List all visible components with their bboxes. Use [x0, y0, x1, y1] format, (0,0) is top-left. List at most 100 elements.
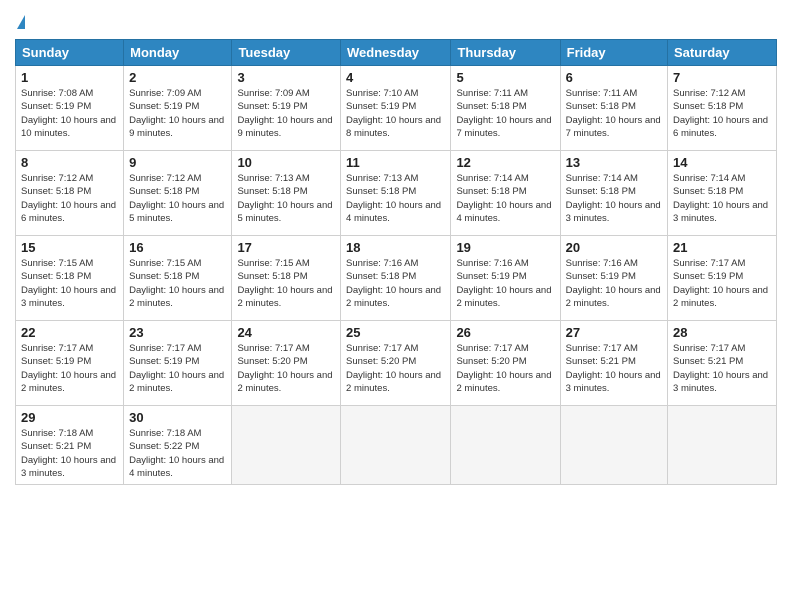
day-info: Sunrise: 7:17 AMSunset: 5:19 PMDaylight:… — [21, 342, 118, 395]
calendar-cell: 13 Sunrise: 7:14 AMSunset: 5:18 PMDayligh… — [560, 151, 667, 236]
calendar-cell: 7Sunrise: 7:12 AMSunset: 5:18 PMDaylight… — [668, 66, 777, 151]
header-thursday: Thursday — [451, 40, 560, 66]
day-info: Sunrise: 7:17 AMSunset: 5:19 PMDaylight:… — [129, 342, 226, 395]
day-info: Sunrise: 7:17 AMSunset: 5:19 PMDaylight:… — [673, 257, 771, 310]
day-number: 6 — [566, 70, 662, 85]
calendar-week-row: 8 Sunrise: 7:12 AMSunset: 5:18 PMDaylight… — [16, 151, 777, 236]
logo — [15, 10, 25, 31]
day-number: 22 — [21, 325, 118, 340]
day-info: Sunrise: 7:15 AMSunset: 5:18 PMDaylight:… — [21, 257, 118, 310]
day-info: Sunrise: 7:17 AMSunset: 5:21 PMDaylight:… — [673, 342, 771, 395]
day-number: 9 — [129, 155, 226, 170]
day-info: Sunrise: 7:15 AMSunset: 5:18 PMDaylight:… — [237, 257, 335, 310]
calendar-cell: 30 Sunrise: 7:18 AMSunset: 5:22 PMDayligh… — [124, 406, 232, 485]
day-info: Sunrise: 7:18 AMSunset: 5:22 PMDaylight:… — [129, 427, 226, 480]
day-info: Sunrise: 7:10 AMSunset: 5:19 PMDaylight:… — [346, 87, 445, 140]
calendar-week-row: 29Sunrise: 7:18 AMSunset: 5:21 PMDayligh… — [16, 406, 777, 485]
header-saturday: Saturday — [668, 40, 777, 66]
day-number: 4 — [346, 70, 445, 85]
day-number: 17 — [237, 240, 335, 255]
day-info: Sunrise: 7:11 AMSunset: 5:18 PMDaylight:… — [566, 87, 662, 140]
calendar-cell: 29Sunrise: 7:18 AMSunset: 5:21 PMDayligh… — [16, 406, 124, 485]
day-number: 24 — [237, 325, 335, 340]
day-info: Sunrise: 7:08 AMSunset: 5:19 PMDaylight:… — [21, 87, 118, 140]
day-info: Sunrise: 7:16 AMSunset: 5:18 PMDaylight:… — [346, 257, 445, 310]
day-number: 2 — [129, 70, 226, 85]
header-tuesday: Tuesday — [232, 40, 341, 66]
day-number: 27 — [566, 325, 662, 340]
calendar-cell: 8 Sunrise: 7:12 AMSunset: 5:18 PMDaylight… — [16, 151, 124, 236]
calendar-week-row: 1 Sunrise: 7:08 AMSunset: 5:19 PMDaylight… — [16, 66, 777, 151]
day-number: 28 — [673, 325, 771, 340]
calendar-cell: 24 Sunrise: 7:17 AMSunset: 5:20 PMDayligh… — [232, 321, 341, 406]
calendar-cell: 1 Sunrise: 7:08 AMSunset: 5:19 PMDaylight… — [16, 66, 124, 151]
day-number: 19 — [456, 240, 554, 255]
calendar-week-row: 22 Sunrise: 7:17 AMSunset: 5:19 PMDayligh… — [16, 321, 777, 406]
day-info: Sunrise: 7:16 AMSunset: 5:19 PMDaylight:… — [456, 257, 554, 310]
calendar-cell: 23 Sunrise: 7:17 AMSunset: 5:19 PMDayligh… — [124, 321, 232, 406]
day-number: 23 — [129, 325, 226, 340]
day-info: Sunrise: 7:13 AMSunset: 5:18 PMDaylight:… — [237, 172, 335, 225]
calendar-cell: 20Sunrise: 7:16 AMSunset: 5:19 PMDayligh… — [560, 236, 667, 321]
day-number: 16 — [129, 240, 226, 255]
calendar-cell: 3 Sunrise: 7:09 AMSunset: 5:19 PMDaylight… — [232, 66, 341, 151]
calendar-cell: 5Sunrise: 7:11 AMSunset: 5:18 PMDaylight… — [451, 66, 560, 151]
calendar-cell: 4 Sunrise: 7:10 AMSunset: 5:19 PMDaylight… — [341, 66, 451, 151]
calendar-week-row: 15 Sunrise: 7:15 AMSunset: 5:18 PMDayligh… — [16, 236, 777, 321]
day-number: 10 — [237, 155, 335, 170]
calendar-cell: 18 Sunrise: 7:16 AMSunset: 5:18 PMDayligh… — [341, 236, 451, 321]
calendar-cell: 15 Sunrise: 7:15 AMSunset: 5:18 PMDayligh… — [16, 236, 124, 321]
header-friday: Friday — [560, 40, 667, 66]
day-number: 30 — [129, 410, 226, 425]
calendar-cell — [341, 406, 451, 485]
day-info: Sunrise: 7:17 AMSunset: 5:21 PMDaylight:… — [566, 342, 662, 395]
header-wednesday: Wednesday — [341, 40, 451, 66]
day-info: Sunrise: 7:09 AMSunset: 5:19 PMDaylight:… — [129, 87, 226, 140]
calendar-cell: 6 Sunrise: 7:11 AMSunset: 5:18 PMDaylight… — [560, 66, 667, 151]
header-sunday: Sunday — [16, 40, 124, 66]
day-info: Sunrise: 7:17 AMSunset: 5:20 PMDaylight:… — [237, 342, 335, 395]
day-info: Sunrise: 7:14 AMSunset: 5:18 PMDaylight:… — [566, 172, 662, 225]
day-number: 15 — [21, 240, 118, 255]
day-number: 13 — [566, 155, 662, 170]
day-info: Sunrise: 7:13 AMSunset: 5:18 PMDaylight:… — [346, 172, 445, 225]
calendar-cell: 14Sunrise: 7:14 AMSunset: 5:18 PMDayligh… — [668, 151, 777, 236]
calendar-cell: 10 Sunrise: 7:13 AMSunset: 5:18 PMDayligh… — [232, 151, 341, 236]
day-info: Sunrise: 7:14 AMSunset: 5:18 PMDaylight:… — [673, 172, 771, 225]
day-info: Sunrise: 7:09 AMSunset: 5:19 PMDaylight:… — [237, 87, 335, 140]
calendar-header-row: SundayMondayTuesdayWednesdayThursdayFrid… — [16, 40, 777, 66]
logo-icon — [17, 15, 25, 29]
day-info: Sunrise: 7:12 AMSunset: 5:18 PMDaylight:… — [129, 172, 226, 225]
calendar-cell: 17 Sunrise: 7:15 AMSunset: 5:18 PMDayligh… — [232, 236, 341, 321]
day-info: Sunrise: 7:17 AMSunset: 5:20 PMDaylight:… — [456, 342, 554, 395]
calendar-cell: 22 Sunrise: 7:17 AMSunset: 5:19 PMDayligh… — [16, 321, 124, 406]
calendar-cell: 25 Sunrise: 7:17 AMSunset: 5:20 PMDayligh… — [341, 321, 451, 406]
calendar-cell: 2 Sunrise: 7:09 AMSunset: 5:19 PMDaylight… — [124, 66, 232, 151]
calendar-cell: 11 Sunrise: 7:13 AMSunset: 5:18 PMDayligh… — [341, 151, 451, 236]
day-number: 18 — [346, 240, 445, 255]
day-number: 12 — [456, 155, 554, 170]
calendar-cell: 21Sunrise: 7:17 AMSunset: 5:19 PMDayligh… — [668, 236, 777, 321]
day-info: Sunrise: 7:17 AMSunset: 5:20 PMDaylight:… — [346, 342, 445, 395]
calendar-cell: 19 Sunrise: 7:16 AMSunset: 5:19 PMDayligh… — [451, 236, 560, 321]
day-number: 3 — [237, 70, 335, 85]
calendar: SundayMondayTuesdayWednesdayThursdayFrid… — [15, 39, 777, 485]
calendar-cell: 9 Sunrise: 7:12 AMSunset: 5:18 PMDaylight… — [124, 151, 232, 236]
day-info: Sunrise: 7:15 AMSunset: 5:18 PMDaylight:… — [129, 257, 226, 310]
day-number: 25 — [346, 325, 445, 340]
day-info: Sunrise: 7:11 AMSunset: 5:18 PMDaylight:… — [456, 87, 554, 140]
calendar-cell: 12 Sunrise: 7:14 AMSunset: 5:18 PMDayligh… — [451, 151, 560, 236]
day-number: 8 — [21, 155, 118, 170]
calendar-cell — [451, 406, 560, 485]
day-number: 26 — [456, 325, 554, 340]
day-info: Sunrise: 7:12 AMSunset: 5:18 PMDaylight:… — [21, 172, 118, 225]
day-number: 1 — [21, 70, 118, 85]
day-info: Sunrise: 7:16 AMSunset: 5:19 PMDaylight:… — [566, 257, 662, 310]
calendar-cell — [232, 406, 341, 485]
calendar-cell — [560, 406, 667, 485]
day-info: Sunrise: 7:14 AMSunset: 5:18 PMDaylight:… — [456, 172, 554, 225]
day-number: 11 — [346, 155, 445, 170]
day-info: Sunrise: 7:12 AMSunset: 5:18 PMDaylight:… — [673, 87, 771, 140]
day-info: Sunrise: 7:18 AMSunset: 5:21 PMDaylight:… — [21, 427, 118, 480]
calendar-cell: 27 Sunrise: 7:17 AMSunset: 5:21 PMDayligh… — [560, 321, 667, 406]
